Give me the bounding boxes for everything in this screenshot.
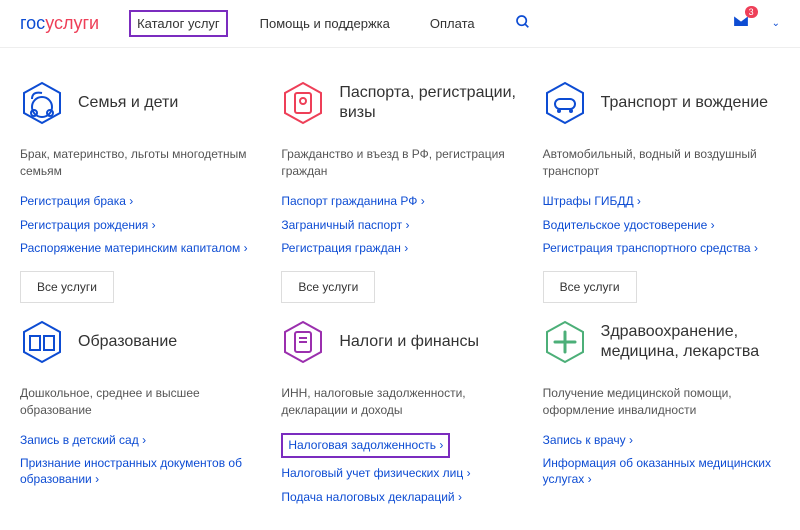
service-card: Семья и дети Брак, материнство, льготы мн… (20, 78, 257, 303)
service-link[interactable]: Запись в детский сад (20, 433, 257, 449)
card-title: Образование (78, 332, 177, 352)
category-icon (543, 81, 587, 125)
nav-pay[interactable]: Оплата (422, 10, 483, 37)
logo-part2: услуги (45, 13, 99, 33)
service-link[interactable]: Водительское удостоверение (543, 218, 780, 234)
card-head: Здравоохранение, медицина, лекарства (543, 317, 780, 367)
card-description: Гражданство и въезд в РФ, регистрация гр… (281, 146, 518, 180)
category-icon (543, 320, 587, 364)
service-link[interactable]: Регистрация граждан (281, 241, 518, 257)
card-links: Паспорт гражданина РФ Заграничный паспорт… (281, 194, 518, 257)
card-head: Семья и дети (20, 78, 257, 128)
notification-badge: 3 (745, 6, 758, 18)
service-link[interactable]: Запись к врачу (543, 433, 780, 449)
card-links: Запись к врачу Информация об оказанных ме… (543, 433, 780, 488)
logo[interactable]: госуслуги (20, 13, 99, 34)
service-card: Транспорт и вождение Автомобильный, водны… (543, 78, 780, 303)
card-head: Транспорт и вождение (543, 78, 780, 128)
all-services-button[interactable]: Все услуги (543, 271, 637, 303)
card-description: ИНН, налоговые задолженности, декларации… (281, 385, 518, 419)
card-description: Получение медицинской помощи, оформление… (543, 385, 780, 419)
service-card: Налоги и финансы ИНН, налоговые задолженн… (281, 317, 518, 520)
nav: Каталог услуг Помощь и поддержка Оплата (129, 10, 730, 37)
service-card: Образование Дошкольное, среднее и высшее … (20, 317, 257, 520)
card-description: Автомобильный, водный и воздушный трансп… (543, 146, 780, 180)
category-icon (20, 81, 64, 125)
service-link[interactable]: Налоговый учет физических лиц (281, 466, 518, 482)
search-icon[interactable] (515, 14, 531, 34)
service-link[interactable]: Паспорт гражданина РФ (281, 194, 518, 210)
card-title: Транспорт и вождение (601, 93, 768, 113)
card-links: Штрафы ГИБДД Водительское удостоверение Ре… (543, 194, 780, 257)
card-head: Паспорта, регистрации, визы (281, 78, 518, 128)
header-right: 3 ⌄ (730, 10, 780, 37)
card-title: Паспорта, регистрации, визы (339, 83, 518, 123)
service-link[interactable]: Информация об оказанных медицинских услу… (543, 456, 780, 487)
category-icon (20, 320, 64, 364)
card-description: Брак, материнство, льготы многодетным се… (20, 146, 257, 180)
all-services-button[interactable]: Все услуги (281, 271, 375, 303)
chevron-down-icon[interactable]: ⌄ (772, 18, 780, 29)
service-card: Здравоохранение, медицина, лекарства Полу… (543, 317, 780, 520)
card-title: Здравоохранение, медицина, лекарства (601, 322, 780, 362)
all-services-button[interactable]: Все услуги (20, 271, 114, 303)
service-link[interactable]: Регистрация брака (20, 194, 257, 210)
service-link[interactable]: Регистрация транспортного средства (543, 241, 780, 257)
nav-help[interactable]: Помощь и поддержка (252, 10, 398, 37)
service-link[interactable]: Распоряжение материнским капиталом (20, 241, 257, 257)
header: госуслуги Каталог услуг Помощь и поддерж… (0, 0, 800, 48)
card-links: Запись в детский сад Признание иностранны… (20, 433, 257, 488)
service-link[interactable]: Регистрация рождения (20, 218, 257, 234)
service-link[interactable]: Подача налоговых деклараций (281, 490, 518, 506)
card-head: Образование (20, 317, 257, 367)
service-link[interactable]: Штрафы ГИБДД (543, 194, 780, 210)
card-title: Семья и дети (78, 93, 178, 113)
card-links: Регистрация брака Регистрация рождения Рас… (20, 194, 257, 257)
service-card: Паспорта, регистрации, визы Гражданство и… (281, 78, 518, 303)
category-icon (281, 320, 325, 364)
service-grid: Семья и дети Брак, материнство, льготы мн… (0, 48, 800, 530)
service-link[interactable]: Признание иностранных документов об обра… (20, 456, 257, 487)
service-link[interactable]: Налоговая задолженность (281, 433, 450, 459)
card-links: Налоговая задолженность Налоговый учет фи… (281, 433, 518, 506)
service-link[interactable]: Заграничный паспорт (281, 218, 518, 234)
card-head: Налоги и финансы (281, 317, 518, 367)
nav-catalog[interactable]: Каталог услуг (129, 10, 228, 37)
card-title: Налоги и финансы (339, 332, 479, 352)
category-icon (281, 81, 325, 125)
mail-icon[interactable]: 3 (730, 10, 752, 37)
logo-part1: гос (20, 13, 45, 33)
card-description: Дошкольное, среднее и высшее образование (20, 385, 257, 419)
